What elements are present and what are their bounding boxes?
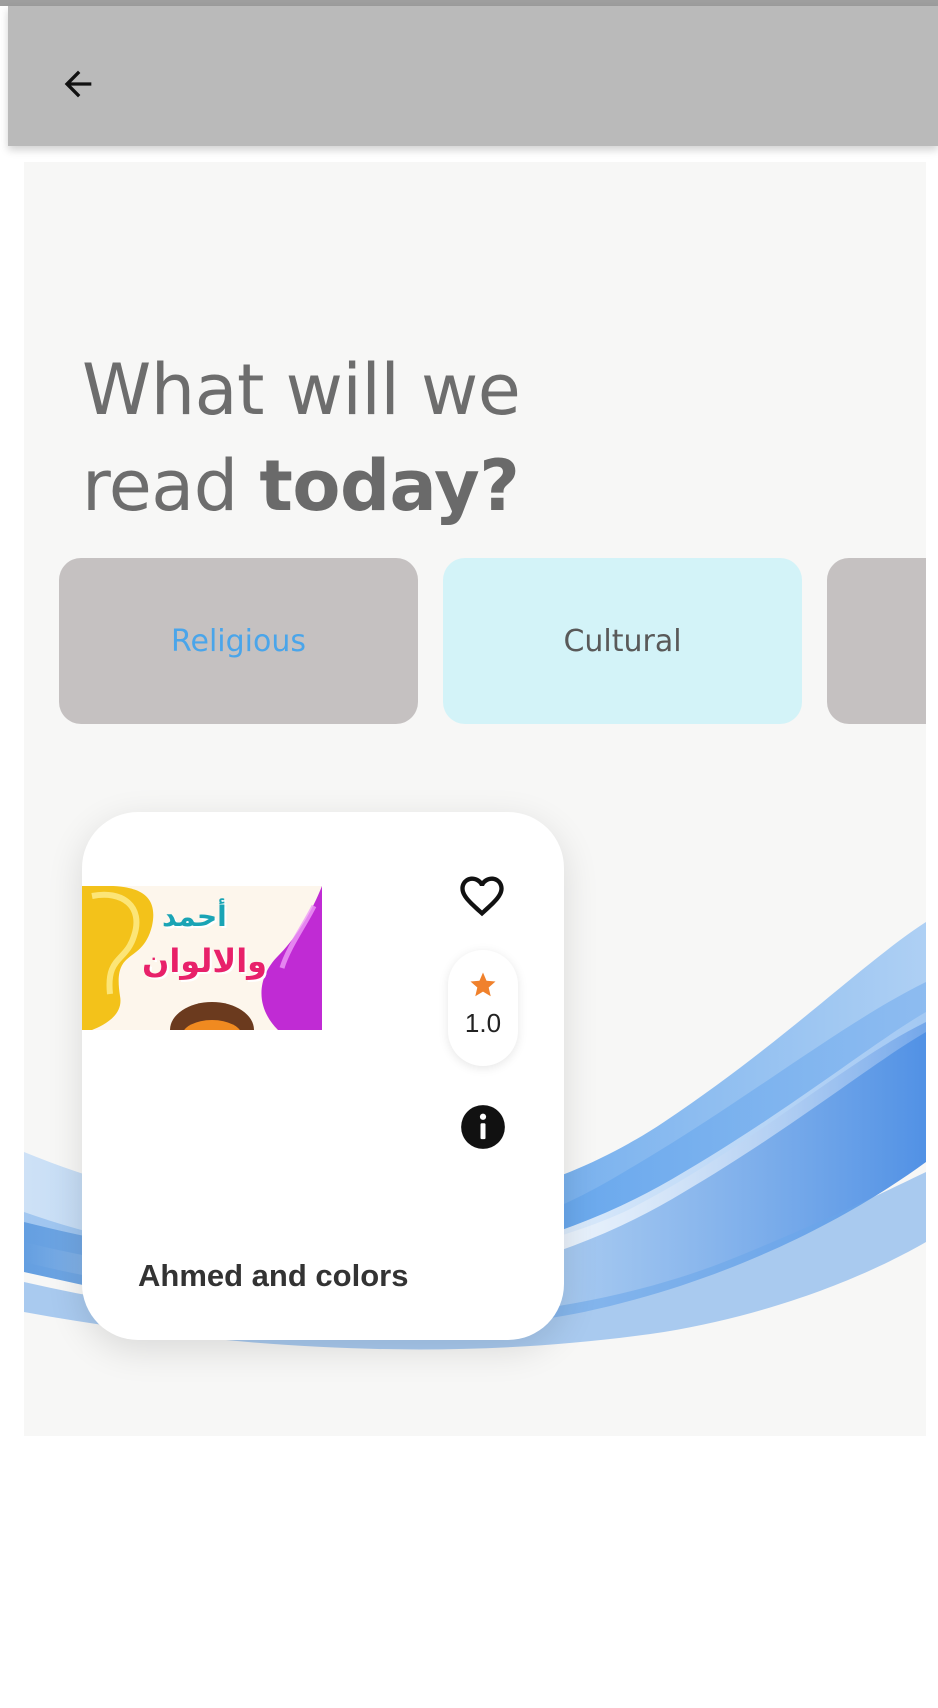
category-chip-religious[interactable]: Religious [59, 558, 418, 724]
category-chip-cultural[interactable]: Cultural [443, 558, 802, 724]
app-bar [8, 6, 938, 146]
content-panel: What will we read today? Religious Cultu… [24, 162, 926, 1436]
headline-bold-text: today? [259, 445, 520, 527]
book-title: Ahmed and colors [138, 1258, 409, 1293]
favorite-button[interactable] [454, 868, 510, 924]
screen: What will we read today? Religious Cultu… [0, 0, 938, 1708]
book-card[interactable]: أحمد والالوان 1.0 Ahmed and colors [82, 812, 564, 1340]
back-button[interactable] [48, 54, 108, 114]
star-icon [470, 972, 496, 997]
page-headline: What will we read today? [82, 342, 521, 534]
info-button[interactable] [458, 1102, 508, 1152]
cover-subtitle-text: والالوان [142, 942, 268, 980]
book-cover-image[interactable]: أحمد والالوان [82, 886, 322, 1030]
cover-title-text: أحمد [162, 900, 227, 933]
arrow-left-icon [64, 70, 92, 98]
headline-line-1: What will we [82, 349, 521, 431]
rating-badge: 1.0 [448, 950, 518, 1066]
category-list: Religious Cultural [59, 558, 926, 724]
rating-value: 1.0 [464, 1008, 502, 1038]
headline-regular-text: read [82, 445, 260, 527]
info-circle-icon [461, 1105, 505, 1149]
headline-line-2: read today? [82, 438, 520, 534]
category-chip-partial[interactable] [827, 558, 926, 724]
heart-outline-icon [460, 876, 504, 917]
